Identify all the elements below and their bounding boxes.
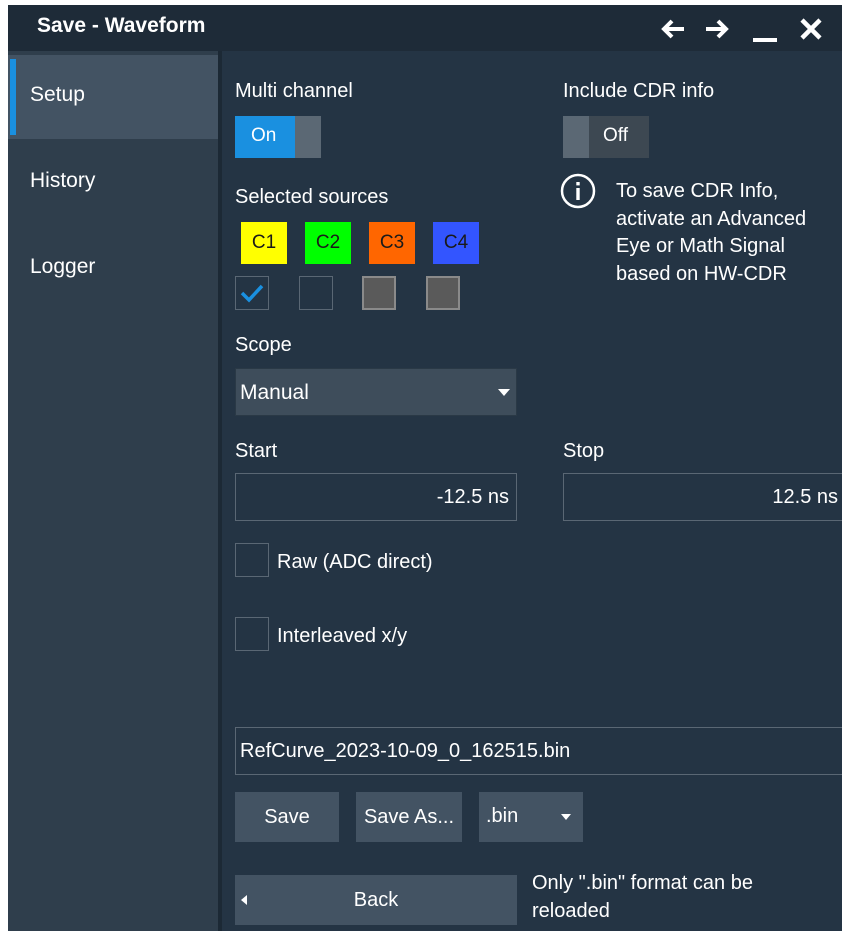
sidebar-item-label: History — [30, 169, 96, 192]
scope-dropdown[interactable]: Manual — [235, 368, 517, 416]
save-button[interactable]: Save — [235, 792, 339, 842]
reload-note-line: Only ".bin" format can be — [532, 872, 753, 894]
stop-label: Stop — [563, 440, 605, 462]
sidebar-item-history[interactable]: History — [8, 141, 218, 225]
channel-chip-c2: C2 — [305, 222, 351, 264]
setup-panel: Multi channel On Include CDR info Off Se… — [222, 51, 842, 931]
start-value: -12.5 ns — [436, 486, 509, 508]
chevron-down-icon — [561, 814, 571, 820]
sidebar-item-logger[interactable]: Logger — [8, 227, 218, 311]
cdr-info-line: based on HW-CDR — [616, 263, 787, 285]
reload-note-line: reloaded — [532, 900, 610, 922]
scope-label: Scope — [235, 334, 292, 356]
multi-channel-toggle[interactable]: On — [235, 116, 321, 158]
start-label: Start — [235, 440, 278, 462]
checkmark-icon — [240, 284, 264, 303]
info-icon — [560, 173, 596, 209]
back-button-label: Back — [353, 889, 399, 911]
channel-chip-c1: C1 — [241, 222, 287, 264]
interleaved-xy-checkbox[interactable] — [235, 617, 269, 651]
back-arrow-icon — [241, 895, 247, 905]
channel-c1-checkbox[interactable] — [235, 276, 269, 310]
cdr-info-line: Eye or Math Signal — [616, 235, 785, 257]
raw-adc-label: Raw (ADC direct) — [277, 551, 433, 573]
minimize-icon[interactable] — [750, 14, 780, 44]
multi-channel-label: Multi channel — [235, 80, 353, 102]
cdr-info-line: To save CDR Info, — [616, 180, 779, 202]
filename-field[interactable]: RefCurve_2023-10-09_0_162515.bin — [235, 727, 842, 775]
channel-chip-c3: C3 — [369, 222, 415, 264]
dialog-title: Save - Waveform — [37, 14, 206, 37]
include-cdr-toggle[interactable]: Off — [563, 116, 649, 158]
sidebar-item-label: Setup — [30, 83, 85, 106]
sidebar: Setup History Logger — [8, 51, 218, 931]
include-cdr-label: Include CDR info — [563, 80, 715, 102]
scope-value: Manual — [240, 381, 309, 404]
arrow-right-icon[interactable] — [702, 14, 732, 44]
channel-c2-checkbox[interactable] — [299, 276, 333, 310]
toggle-knob — [563, 116, 589, 158]
save-as-button[interactable]: Save As... — [356, 792, 462, 842]
toggle-state-label: On — [251, 125, 277, 146]
interleaved-xy-label: Interleaved x/y — [277, 625, 408, 647]
close-icon[interactable] — [796, 14, 826, 44]
channel-chip-c4: C4 — [433, 222, 479, 264]
back-button[interactable]: Back — [235, 875, 517, 925]
filename-value: RefCurve_2023-10-09_0_162515.bin — [240, 740, 571, 762]
toggle-state-label: Off — [603, 125, 628, 146]
save-waveform-dialog: Save - Waveform Setup History Logger Mul… — [8, 5, 842, 931]
selected-sources-label: Selected sources — [235, 186, 389, 208]
channel-c4-checkbox[interactable] — [426, 276, 460, 310]
cdr-info-line: activate an Advanced — [616, 208, 807, 230]
file-format-value: .bin — [486, 805, 519, 827]
chevron-down-icon — [498, 389, 510, 396]
sidebar-item-label: Logger — [30, 255, 96, 278]
toggle-knob — [295, 116, 321, 158]
arrow-left-icon[interactable] — [658, 14, 688, 44]
channel-c3-checkbox[interactable] — [362, 276, 396, 310]
raw-adc-checkbox[interactable] — [235, 543, 269, 577]
title-bar: Save - Waveform — [8, 5, 842, 51]
start-field[interactable]: -12.5 ns — [235, 473, 517, 521]
stop-value: 12.5 ns — [772, 486, 838, 508]
stop-field[interactable]: 12.5 ns — [563, 473, 842, 521]
sidebar-item-setup[interactable]: Setup — [8, 55, 218, 139]
file-format-dropdown[interactable]: .bin — [479, 792, 583, 842]
active-indicator — [10, 59, 16, 135]
